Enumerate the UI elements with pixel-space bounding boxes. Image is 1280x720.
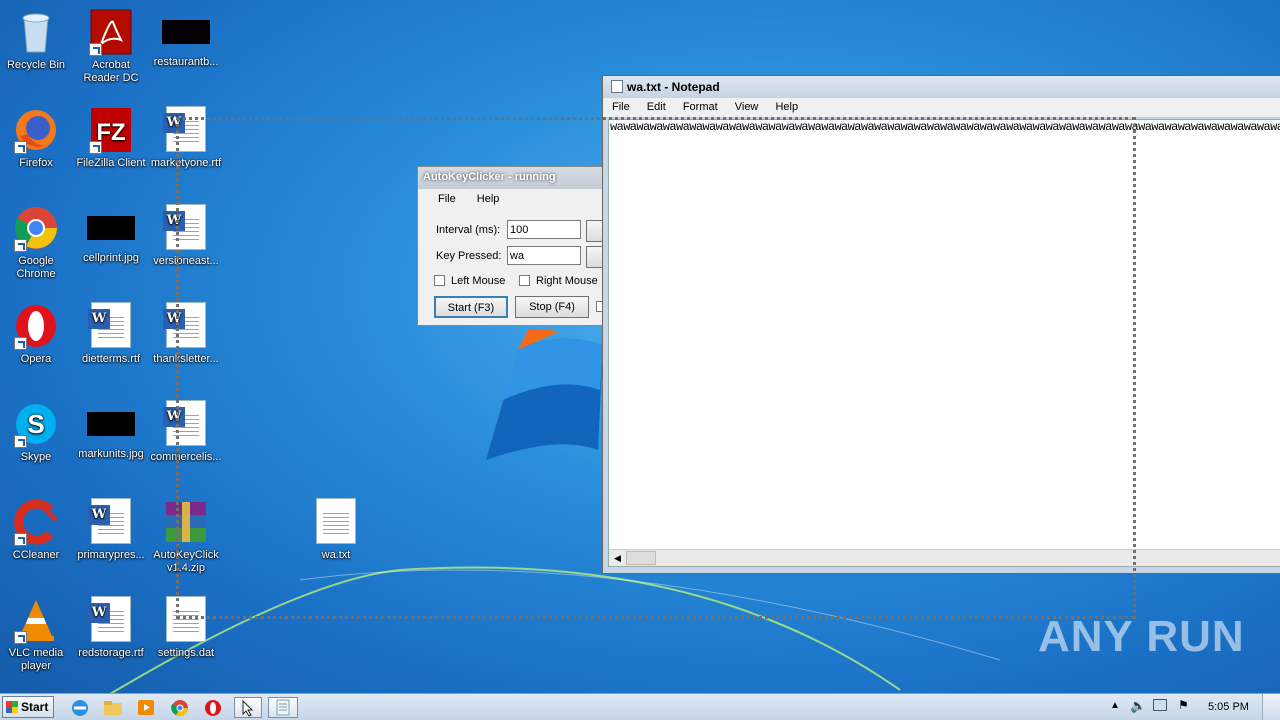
image-thumbnail (162, 20, 210, 44)
internet-explorer-icon (72, 700, 88, 716)
desktop-icon-markunits[interactable]: markunits.jpg (73, 400, 149, 461)
notepad-titlebar[interactable]: wa.txt - Notepad (603, 76, 1280, 98)
desktop-icon-label: cellprint.jpg (83, 252, 139, 264)
image-thumbnail (87, 216, 135, 240)
desktop-icon-recycle-bin[interactable]: Recycle Bin (0, 8, 74, 72)
clock[interactable]: 5:05 PM (1208, 701, 1249, 713)
filezilla-icon: FZ (87, 106, 135, 154)
desktop-icon-label: markunits.jpg (78, 448, 144, 460)
acrobat-icon (87, 8, 135, 56)
firefox-icon (12, 106, 60, 154)
notepad-menubar: File Edit Format View Help (603, 98, 1280, 118)
taskbar-ie[interactable] (68, 697, 92, 718)
desktop-icon-dietterms[interactable]: W dietterms.rtf (73, 302, 149, 366)
desktop-icon-opera[interactable]: Opera (0, 302, 74, 366)
desktop-icon-label: Opera (20, 353, 52, 365)
desktop-icon-acrobat[interactable]: Acrobat Reader DC (73, 8, 149, 85)
mouse-cursor-icon (242, 699, 254, 717)
desktop-icon-label: Recycle Bin (6, 59, 66, 71)
shortcut-arrow-icon (14, 435, 27, 448)
start-button[interactable]: Start (2, 696, 54, 718)
desktop-icon-label: primarypres... (77, 549, 145, 561)
taskbar: Start ▲ 🔈 ⚑ 5:05 PM (0, 693, 1280, 720)
menu-edit[interactable]: Edit (647, 101, 666, 113)
word-document-icon: W (88, 498, 131, 544)
desktop-icon-label: settings.dat (157, 647, 215, 659)
menu-format[interactable]: Format (683, 101, 718, 113)
desktop-icon-redstorage[interactable]: W redstorage.rtf (73, 596, 149, 660)
menu-file[interactable]: File (612, 101, 630, 113)
desktop-icon-vlc[interactable]: VLC media player (0, 596, 74, 673)
desktop-icon-label: Acrobat Reader DC (83, 59, 139, 84)
shortcut-arrow-icon (89, 141, 102, 154)
desktop-icon-ccleaner[interactable]: CCleaner (0, 498, 74, 562)
chrome-icon (171, 700, 189, 717)
menu-view[interactable]: View (735, 101, 759, 113)
taskbar-explorer[interactable] (101, 697, 125, 718)
network-icon[interactable] (1153, 699, 1167, 711)
taskbar-media-player[interactable] (134, 697, 158, 718)
tray-expand-icon[interactable]: ▲ (1110, 700, 1120, 711)
desktop-icon-label: FileZilla Client (76, 157, 146, 169)
shortcut-arrow-icon (89, 43, 102, 56)
shortcut-arrow-icon (14, 239, 27, 252)
desktop-icon-restaurantb[interactable]: restaurantb... (148, 8, 224, 69)
folder-icon (104, 701, 122, 715)
desktop-icon-chrome[interactable]: Google Chrome (0, 204, 74, 281)
word-document-icon: W (88, 302, 131, 348)
desktop-icon-label: dietterms.rtf (81, 353, 141, 365)
shortcut-arrow-icon (14, 533, 27, 546)
chrome-icon (12, 204, 60, 252)
desktop-icon-filezilla[interactable]: FZ FileZilla Client (73, 106, 149, 170)
desktop-icon-skype[interactable]: S Skype (0, 400, 74, 464)
action-center-flag-icon[interactable]: ⚑ (1178, 698, 1189, 712)
desktop-icon-label: Google Chrome (16, 255, 56, 280)
desktop-icon-primarypres[interactable]: W primarypres... (73, 498, 149, 562)
taskbar-chrome[interactable] (168, 697, 192, 718)
volume-icon[interactable]: 🔈 (1130, 698, 1146, 714)
desktop-icon-label: Firefox (19, 157, 53, 169)
svg-text:S: S (27, 409, 44, 439)
opera-icon (12, 302, 60, 350)
start-label: Start (21, 700, 49, 714)
shortcut-arrow-icon (14, 337, 27, 350)
desktop-icon-label: CCleaner (12, 549, 60, 561)
desktop-icon-cellprint[interactable]: cellprint.jpg (73, 204, 149, 265)
windows-logo-icon (6, 701, 18, 713)
skype-icon: S (12, 400, 60, 448)
desktop-icon-label: restaurantb... (153, 56, 219, 68)
taskbar-opera[interactable] (201, 697, 225, 718)
shortcut-arrow-icon (14, 631, 27, 644)
show-desktop-button[interactable] (1262, 694, 1280, 720)
media-player-icon (138, 700, 154, 715)
notepad-icon (611, 80, 623, 93)
anyrun-watermark: ANY RUN (1038, 612, 1245, 662)
opera-icon (205, 700, 221, 716)
notepad-icon (276, 699, 290, 716)
notepad-title: wa.txt - Notepad (627, 80, 720, 94)
taskbar-notepad[interactable] (268, 697, 298, 718)
desktop-icon-label: Skype (20, 451, 52, 463)
recycle-bin-icon (12, 8, 60, 56)
taskbar-autokeyclicker[interactable] (234, 697, 262, 718)
desktop-icon-label: redstorage.rtf (78, 647, 144, 659)
menu-help[interactable]: Help (775, 101, 798, 113)
word-document-icon: W (88, 596, 131, 642)
watermark-text: ANY RUN (1038, 612, 1245, 661)
ccleaner-icon (12, 498, 60, 546)
desktop-icon-firefox[interactable]: Firefox (0, 106, 74, 170)
vlc-icon (12, 596, 60, 644)
image-thumbnail (87, 412, 135, 436)
desktop-icon-label: VLC media player (8, 647, 64, 672)
selection-marquee (176, 117, 1136, 619)
shortcut-arrow-icon (14, 141, 27, 154)
